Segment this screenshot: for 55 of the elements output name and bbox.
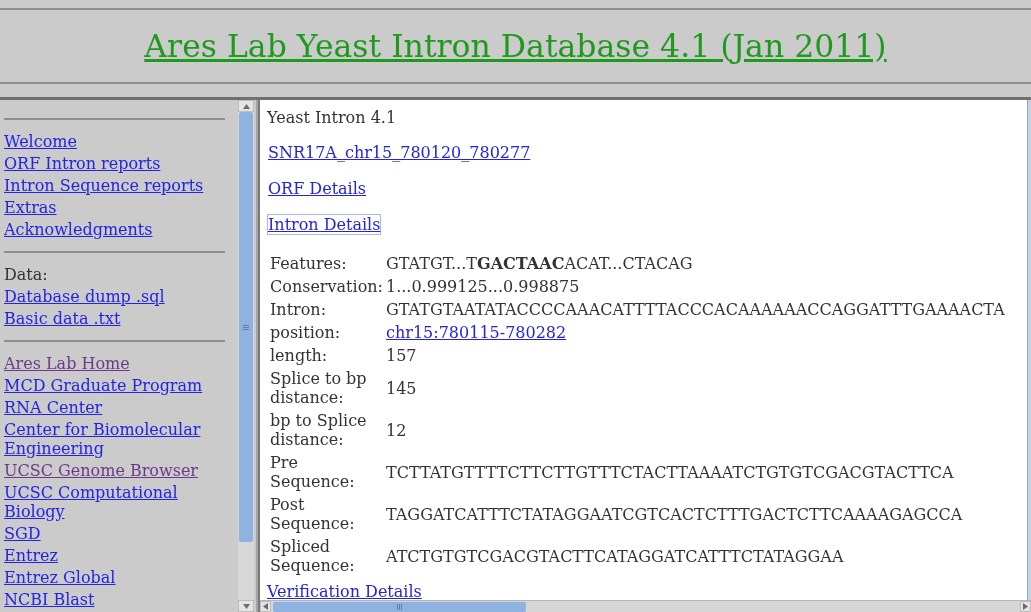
detail-value: 12 xyxy=(386,420,407,440)
sidebar-link[interactable]: Database dump .sql xyxy=(4,287,165,306)
sidebar-heading: Data: xyxy=(4,265,48,284)
detail-label: Pre Sequence: xyxy=(269,453,356,491)
sidebar-link[interactable]: Basic data .txt xyxy=(4,309,121,328)
detail-label: Spliced Sequence: xyxy=(269,537,356,575)
detail-value: ATCTGTGTCGACGTACTTCATAGGATCATTTCTATAGGAA xyxy=(386,546,844,566)
detail-label: bp to Splice distance: xyxy=(269,411,368,449)
sidebar-link[interactable]: UCSC Genome Browser xyxy=(4,461,198,480)
arrow-right-icon xyxy=(1022,603,1029,610)
detail-label: Intron: xyxy=(269,300,328,319)
grip-icon xyxy=(397,603,402,610)
detail-value: GTATGTAATATACCCCAAACATTTTACCCACAAAAAACCAGGATTTGAAAACTA xyxy=(386,300,1005,319)
detail-label: Post Sequence: xyxy=(269,495,356,533)
section-link[interactable]: Verification Details xyxy=(267,582,422,600)
detail-label: Conservation: xyxy=(269,277,384,296)
sidebar-link[interactable]: RNA Center xyxy=(4,398,103,417)
scroll-up-button[interactable] xyxy=(238,100,254,112)
grip-icon xyxy=(243,324,249,330)
sidebar-link[interactable]: Ares Lab Home xyxy=(4,354,130,373)
detail-value: TAGGATCATTTCTATAGGAATCGTCACTCTTTGACTCTTCAAAAGAGCCA xyxy=(386,504,963,524)
arrow-left-icon xyxy=(262,603,269,610)
scrollbar-thumb[interactable] xyxy=(239,112,253,542)
sidebar-link[interactable]: NCBI Blast xyxy=(4,590,95,609)
sidebar-link[interactable]: Entrez xyxy=(4,546,58,565)
detail-label: Features: xyxy=(269,254,348,273)
arrow-down-icon xyxy=(242,602,250,610)
scrollbar-thumb[interactable] xyxy=(273,601,526,612)
sidebar-link[interactable]: Acknowledgments xyxy=(4,220,153,239)
sidebar-link[interactable]: Entrez Global xyxy=(4,568,116,587)
arrow-up-icon xyxy=(242,102,250,110)
detail-label: position: xyxy=(269,323,342,342)
detail-link[interactable]: chr15:780115-780282 xyxy=(386,323,567,342)
detail-label: Splice to bp distance: xyxy=(269,369,368,407)
sidebar-link[interactable]: Welcome xyxy=(4,132,77,151)
sidebar-link[interactable]: ORF Intron reports xyxy=(4,154,161,173)
detail-value: 145 xyxy=(386,378,417,398)
section-link[interactable]: Intron Details xyxy=(267,214,382,235)
sidebar-link[interactable]: Extras xyxy=(4,198,57,217)
detail-value: TCTTATGTTTTCTTCTTGTTTCTACTTAAAATCTGTGTCGACGTACTTCA xyxy=(386,462,954,482)
scroll-left-button[interactable] xyxy=(260,601,271,612)
sidebar-link[interactable]: Intron Sequence reports xyxy=(4,176,204,195)
scroll-right-button[interactable] xyxy=(1020,601,1031,612)
sidebar-link[interactable]: SGD xyxy=(4,524,41,543)
sidebar-link[interactable]: MCD Graduate Program xyxy=(4,376,203,395)
section-link[interactable]: ORF Details xyxy=(267,178,368,199)
scroll-down-button[interactable] xyxy=(238,600,254,612)
detail-value: 157 xyxy=(386,346,417,365)
sidebar-link[interactable]: Center for Biomolecular Engineering xyxy=(4,420,226,458)
section-link[interactable]: SNR17A_chr15_780120_780277 xyxy=(267,142,532,163)
detail-value: GTATGT...TGACTAACACAT...CTACAG xyxy=(386,254,693,273)
page-heading: Yeast Intron 4.1 xyxy=(267,108,397,127)
sidebar-link[interactable]: UCSC Computational Biology xyxy=(4,483,226,521)
detail-value: 1...0.999125...0.998875 xyxy=(386,277,580,296)
detail-label: length: xyxy=(269,346,329,365)
